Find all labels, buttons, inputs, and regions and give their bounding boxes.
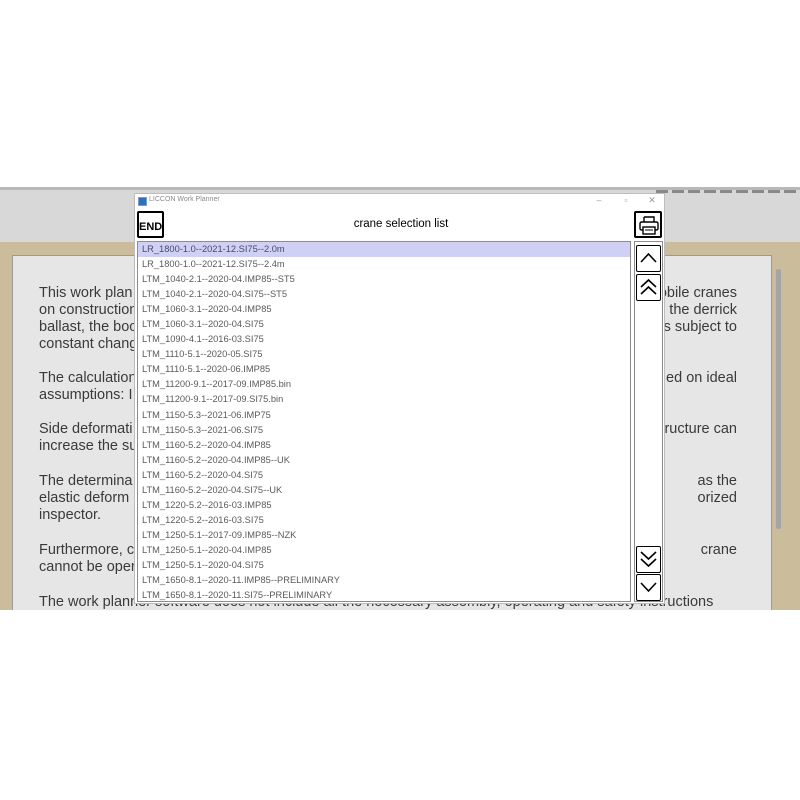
- crane-list-item[interactable]: LTM_1150-5.3--2021-06.IMP75: [138, 408, 630, 423]
- crane-list-item[interactable]: LTM_1110-5.1--2020-06.IMP85: [138, 362, 630, 377]
- background-text-right: as the: [697, 473, 738, 489]
- page-down-button[interactable]: [636, 546, 661, 573]
- background-text-left: ballast, the boo: [39, 319, 138, 335]
- crane-list-item[interactable]: LTM_1220-5.2--2016-03.IMP85: [138, 498, 630, 513]
- crane-list-item[interactable]: LR_1800-1.0--2021-12.SI75--2.0m: [138, 242, 630, 258]
- background-text-left: inspector.: [39, 507, 102, 523]
- background-text-right: ructure can: [664, 421, 737, 437]
- crane-list-item[interactable]: LTM_1250-5.1--2017-09.IMP85--NZK: [138, 528, 630, 543]
- crane-list-item[interactable]: LTM_1040-2.1--2020-04.IMP85--ST5: [138, 272, 630, 287]
- window-title: LICCON Work Planner: [149, 196, 220, 203]
- crane-list-item[interactable]: LTM_1150-5.3--2021-06.SI75: [138, 423, 630, 438]
- crane-list-item[interactable]: LTM_1220-5.2--2016-03.SI75: [138, 513, 630, 528]
- crane-list-item[interactable]: LTM_1160-5.2--2020-04.IMP85--UK: [138, 453, 630, 468]
- crane-list-item[interactable]: LTM_1250-5.1--2020-04.IMP85: [138, 543, 630, 558]
- background-text-left: on construction: [39, 302, 138, 318]
- crane-list-item[interactable]: LTM_11200-9.1--2017-09.IMP85.bin: [138, 377, 630, 392]
- crane-list-item[interactable]: LTM_1090-4.1--2016-03.SI75: [138, 332, 630, 347]
- background-text-left: increase the su: [39, 438, 138, 454]
- background-text-right: crane: [700, 542, 737, 558]
- crane-selection-dialog: LICCON Work Planner – ▫ ✕ END crane sele…: [134, 193, 665, 604]
- background-text-right: the derrick: [669, 302, 737, 318]
- crane-list-item[interactable]: LTM_1060-3.1--2020-04.IMP85: [138, 302, 630, 317]
- crane-list-item[interactable]: LTM_1160-5.2--2020-04.SI75--UK: [138, 483, 630, 498]
- background-scrollbar[interactable]: [776, 269, 781, 529]
- chevron-up-icon: [640, 252, 657, 263]
- end-button[interactable]: END: [137, 211, 164, 238]
- background-text-left: elastic deform: [39, 490, 130, 506]
- app-icon: [138, 197, 147, 206]
- background-text-right: ed on ideal: [666, 370, 737, 386]
- double-chevron-up-icon: [640, 278, 657, 295]
- minimize-icon[interactable]: –: [592, 194, 606, 206]
- crane-list-item[interactable]: LTM_11200-9.1--2017-09.SI75.bin: [138, 392, 630, 407]
- crane-list-item[interactable]: LTM_1040-2.1--2020-04.SI75--ST5: [138, 287, 630, 302]
- dialog-heading: crane selection list: [353, 218, 449, 230]
- background-text-left: The determina: [39, 473, 133, 489]
- page-up-button[interactable]: [636, 274, 661, 301]
- crane-list-item[interactable]: LTM_1650-8.1--2020-11.IMP85--PRELIMINARY: [138, 573, 630, 588]
- double-chevron-down-icon: [640, 551, 657, 568]
- printer-icon: [639, 216, 659, 235]
- screen: This work plan obile cranes on constructio…: [0, 0, 800, 800]
- background-text-left: constant chang: [39, 336, 138, 352]
- crane-list-item[interactable]: LTM_1650-8.1--2020-11.SI75--PRELIMINARY: [138, 588, 630, 601]
- restore-icon[interactable]: ▫: [619, 194, 633, 206]
- crane-list-item[interactable]: LTM_1110-5.1--2020-05.SI75: [138, 347, 630, 362]
- background-text-right: orized: [697, 490, 738, 506]
- chevron-down-icon: [640, 582, 657, 593]
- crane-list-item[interactable]: LTM_1160-5.2--2020-04.SI75: [138, 468, 630, 483]
- dialog-titlebar[interactable]: LICCON Work Planner – ▫ ✕: [135, 194, 664, 208]
- crane-list-item[interactable]: LTM_1250-5.1--2020-04.SI75: [138, 558, 630, 573]
- background-text-left: cannot be oper: [39, 559, 136, 575]
- list-scroll-controls: [634, 241, 663, 602]
- crane-list-item[interactable]: LTM_1160-5.2--2020-04.IMP85: [138, 438, 630, 453]
- scroll-up-button[interactable]: [636, 245, 661, 272]
- background-text-right: s subject to: [663, 319, 737, 335]
- background-dashes: [656, 190, 796, 193]
- crane-list-item[interactable]: LTM_1060-3.1--2020-04.SI75: [138, 317, 630, 332]
- background-text-left: This work plan: [39, 285, 133, 301]
- close-icon[interactable]: ✕: [645, 194, 659, 206]
- scroll-down-button[interactable]: [636, 574, 661, 601]
- background-text-right: obile cranes: [658, 285, 737, 301]
- background-text-left: The calculation: [39, 370, 137, 386]
- crane-list[interactable]: LR_1800-1.0--2021-12.SI75--2.0m LR_1800-1…: [137, 241, 631, 602]
- background-text-left: assumptions: I: [39, 387, 133, 403]
- background-text-left: Side deformati: [39, 421, 133, 437]
- background-text-left: Furthermore, c: [39, 542, 135, 558]
- crane-list-item[interactable]: LR_1800-1.0--2021-12.SI75--2.4m: [138, 257, 630, 272]
- print-button[interactable]: [634, 211, 662, 238]
